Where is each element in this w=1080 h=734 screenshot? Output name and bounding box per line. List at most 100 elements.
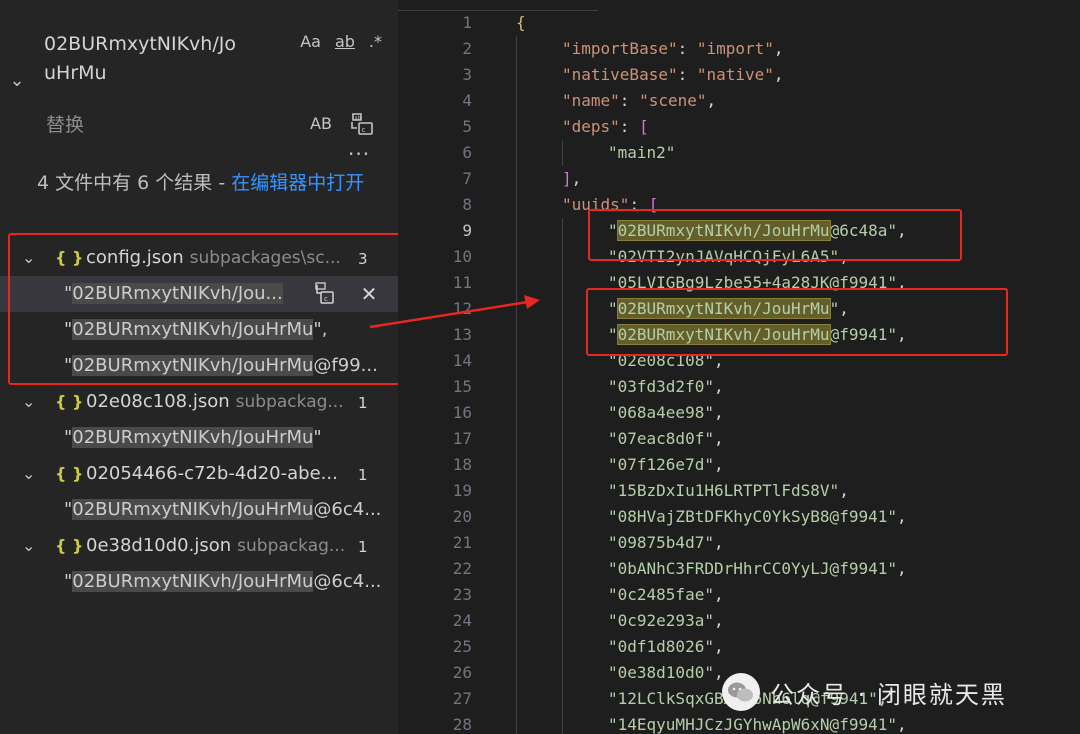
code-editor[interactable]: 1{2 "importBase": "import", 3 "nativeBase":… xyxy=(398,0,1080,734)
svg-text:c: c xyxy=(324,295,328,303)
code-text: "05LVIGBg9Lzbe55+4a28JK@f9941", xyxy=(608,270,907,296)
result-match-row[interactable]: "02BURmxytNIKvh/JouHrMu", xyxy=(0,312,398,348)
line-number: 4 xyxy=(462,91,472,110)
code-token: "14EqyuMHJCzJGYhwApW6xN@f9941" xyxy=(608,715,897,734)
open-in-editor-link[interactable]: 在编辑器中打开 xyxy=(231,172,364,194)
file-name-text: 02e08c108.json xyxy=(86,391,230,412)
result-match-row[interactable]: "02BURmxytNIKvh/JouHrMu@6c4... xyxy=(0,492,398,528)
match-suffix: ", xyxy=(313,319,328,340)
match-highlight: 02BURmxytNIKvh/Jou... xyxy=(72,283,283,304)
code-line[interactable]: 20 "08HVajZBtDFKhyC0YkSyB8@f9941", xyxy=(398,504,1080,530)
code-token: [ xyxy=(648,195,659,214)
json-file-icon: { } xyxy=(55,248,84,267)
result-file-row[interactable]: ⌄ { } config.json subpackages\sc... 3 xyxy=(0,240,398,276)
code-token: , xyxy=(571,169,582,188)
svg-text:c: c xyxy=(362,126,366,134)
code-token: @6c48a" xyxy=(829,221,897,240)
code-line[interactable]: 4 "name": "scene", xyxy=(398,88,1080,114)
toggle-replace-chevron-icon[interactable]: ⌄ xyxy=(6,70,28,92)
chevron-down-icon[interactable]: ⌄ xyxy=(22,534,35,558)
line-number: 10 xyxy=(452,247,472,266)
code-token: " xyxy=(829,299,840,318)
more-actions-icon[interactable]: ··· xyxy=(348,142,370,166)
result-match-row[interactable]: "02BURmxytNIKvh/JouHrMu@f99... xyxy=(0,348,398,384)
code-line[interactable]: 2 "importBase": "import", xyxy=(398,36,1080,62)
code-text: "02BURmxytNIKvh/JouHrMu@f9941", xyxy=(608,322,907,348)
line-number: 26 xyxy=(452,663,472,682)
code-text: "name": "scene", xyxy=(562,88,716,114)
search-input[interactable]: 02BURmxytNIKvh/JouHrMu xyxy=(44,30,244,88)
code-token: "native" xyxy=(696,65,774,84)
code-line[interactable]: 3 "nativeBase": "native", xyxy=(398,62,1080,88)
search-input-box[interactable]: 02BURmxytNIKvh/JouHrMu Aa ab .* xyxy=(34,24,384,92)
match-highlight: 02BURmxytNIKvh/JouHrMu xyxy=(72,571,314,592)
code-line[interactable]: 24 "0c92e293a", xyxy=(398,608,1080,634)
code-line[interactable]: 8 "uuids": [ xyxy=(398,192,1080,218)
replace-icon[interactable]: c xyxy=(312,280,338,308)
results-count-text: 4 文件中有 6 个结果 - xyxy=(37,172,232,194)
chevron-down-icon[interactable]: ⌄ xyxy=(22,390,35,414)
line-number: 19 xyxy=(452,481,472,500)
code-line[interactable]: 1{ xyxy=(398,10,1080,36)
result-file-row[interactable]: ⌄ { } 02e08c108.json subpackag... 1 xyxy=(0,384,398,420)
code-token: [ xyxy=(639,117,649,136)
code-line[interactable]: 6 "main2" xyxy=(398,140,1080,166)
preserve-case-icon[interactable]: AB xyxy=(310,110,332,138)
code-line[interactable]: 22 "0bANhC3FRDDrHhrCC0YyLJ@f9941", xyxy=(398,556,1080,582)
result-file-name: config.json subpackages\sc... xyxy=(86,245,341,271)
code-line[interactable]: 10 "02VTI2ynJAVqHCQjFyL6A5", xyxy=(398,244,1080,270)
result-match-row[interactable]: "02BURmxytNIKvh/JouHrMu" xyxy=(0,420,398,456)
code-line[interactable]: 18 "07f126e7d", xyxy=(398,452,1080,478)
code-line[interactable]: 17 "07eac8d0f", xyxy=(398,426,1080,452)
line-number: 2 xyxy=(462,39,472,58)
chevron-down-icon[interactable]: ⌄ xyxy=(22,462,35,486)
find-match-highlight: 02BURmxytNIKvh/JouHrMu xyxy=(616,220,831,241)
code-token: "0c92e293a" xyxy=(608,611,714,630)
code-line[interactable]: 25 "0df1d8026", xyxy=(398,634,1080,660)
result-match-row[interactable]: "02BURmxytNIKvh/Jou... c ✕ xyxy=(0,276,398,312)
code-line[interactable]: 19 "15BzDxIu1H6LRTPTlFdS8V", xyxy=(398,478,1080,504)
replace-all-icon[interactable]: ab c xyxy=(348,110,376,138)
code-text: "02VTI2ynJAVqHCQjFyL6A5", xyxy=(608,244,849,270)
match-case-icon[interactable]: Aa xyxy=(298,28,323,56)
code-line[interactable]: 23 "0c2485fae", xyxy=(398,582,1080,608)
regex-icon[interactable]: .* xyxy=(367,28,384,56)
file-path-text: subpackag... xyxy=(235,392,344,412)
replace-input[interactable] xyxy=(44,108,288,142)
close-icon[interactable]: ✕ xyxy=(356,280,382,308)
match-count-badge: 1 xyxy=(358,538,368,556)
whole-word-icon[interactable]: ab xyxy=(333,28,357,56)
match-preview: "02BURmxytNIKvh/Jou... xyxy=(64,281,283,307)
code-line[interactable]: 16 "068a4ee98", xyxy=(398,400,1080,426)
search-results-tree: ⌄{ } config.json subpackages\sc... 3 "02BURm… xyxy=(0,240,398,600)
match-suffix: @6c4... xyxy=(313,571,382,592)
result-match-row[interactable]: "02BURmxytNIKvh/JouHrMu@6c4... xyxy=(0,564,398,600)
code-line[interactable]: 28 "14EqyuMHJCzJGYhwApW6xN@f9941", xyxy=(398,712,1080,734)
code-token: , xyxy=(773,65,784,84)
line-number: 21 xyxy=(452,533,472,552)
result-file-row[interactable]: ⌄ { } 02054466-c72b-4d20-abe... 1 xyxy=(0,456,398,492)
code-token: "0e38d10d0" xyxy=(608,663,714,682)
line-number: 3 xyxy=(462,65,472,84)
code-line[interactable]: 11 "05LVIGBg9Lzbe55+4a28JK@f9941", xyxy=(398,270,1080,296)
result-file-row[interactable]: ⌄ { } 0e38d10d0.json subpackag... 1 xyxy=(0,528,398,564)
code-text: "0bANhC3FRDDrHhrCC0YyLJ@f9941", xyxy=(608,556,907,582)
code-line[interactable]: 7], xyxy=(398,166,1080,192)
code-line[interactable]: 12 "02BURmxytNIKvh/JouHrMu", xyxy=(398,296,1080,322)
file-name-text: 0e38d10d0.json xyxy=(86,535,232,556)
code-line[interactable]: 21 "09875b4d7", xyxy=(398,530,1080,556)
code-token: "0c2485fae" xyxy=(608,585,714,604)
code-line[interactable]: 15 "03fd3d2f0", xyxy=(398,374,1080,400)
code-line[interactable]: 13 "02BURmxytNIKvh/JouHrMu@f9941", xyxy=(398,322,1080,348)
code-token: " xyxy=(608,325,618,344)
chevron-down-icon[interactable]: ⌄ xyxy=(22,246,35,270)
code-token: : xyxy=(677,39,697,58)
code-token: , xyxy=(773,39,784,58)
code-token: { xyxy=(516,13,526,32)
code-line[interactable]: 9 "02BURmxytNIKvh/JouHrMu@6c48a", xyxy=(398,218,1080,244)
code-line[interactable]: 5 "deps": [ xyxy=(398,114,1080,140)
replace-input-box[interactable]: AB ab c xyxy=(34,104,384,144)
code-text: "02e08c108", xyxy=(608,348,724,374)
code-token: , xyxy=(896,273,907,292)
code-line[interactable]: 14 "02e08c108", xyxy=(398,348,1080,374)
